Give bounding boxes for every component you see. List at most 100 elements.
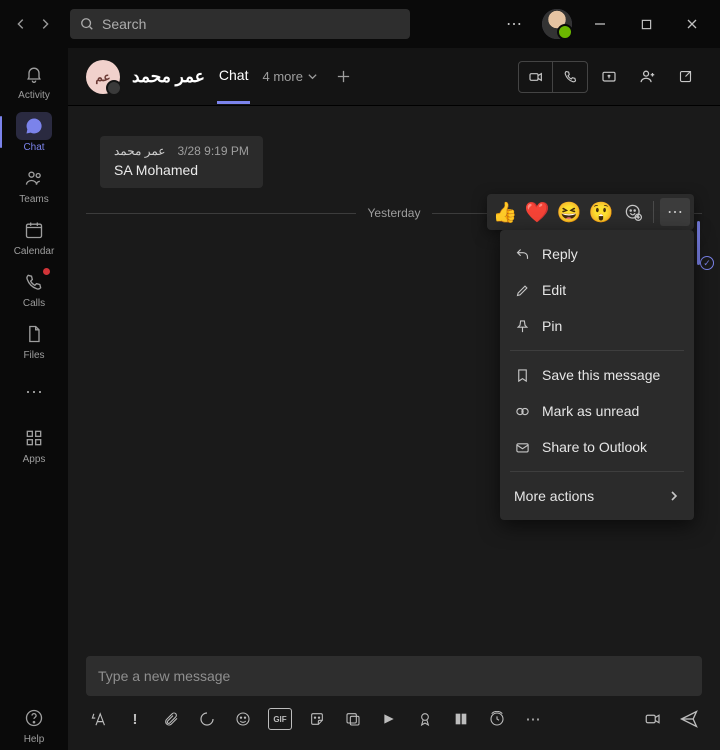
rail-label: Help	[24, 734, 45, 745]
schedule-icon[interactable]	[486, 708, 508, 730]
chat-main: عم عمر محمد Chat 4 more عمر محمد 3/28 9:…	[68, 48, 720, 750]
bell-icon	[24, 64, 44, 84]
compose-input[interactable]: Type a new message	[86, 656, 702, 696]
rail-calls[interactable]: Calls	[0, 262, 68, 314]
help-icon	[24, 708, 44, 728]
rail-calendar[interactable]: Calendar	[0, 210, 68, 262]
title-bar: Search ⋯	[0, 0, 720, 48]
settings-more-icon[interactable]: ⋯	[496, 6, 532, 42]
mail-icon	[514, 439, 530, 455]
pin-icon	[514, 318, 530, 334]
reaction-add[interactable]	[619, 198, 647, 226]
sent-message-indicator	[697, 221, 700, 265]
message-bubble[interactable]: عمر محمد 3/28 9:19 PM SA Mohamed	[100, 136, 263, 188]
rail-help[interactable]: Help	[0, 698, 68, 750]
rail-label: Calls	[23, 298, 45, 309]
gif-icon[interactable]: GIF	[268, 708, 292, 730]
search-input[interactable]: Search	[70, 9, 410, 39]
meet-now-icon[interactable]	[642, 708, 664, 730]
reply-icon	[514, 246, 530, 262]
loop-icon[interactable]	[196, 708, 218, 730]
rail-label: Files	[23, 350, 44, 361]
audio-call-button[interactable]	[553, 62, 587, 92]
tab-chat[interactable]: Chat	[217, 49, 251, 104]
format-icon[interactable]	[88, 708, 110, 730]
edit-icon	[514, 282, 530, 298]
rail-label: Chat	[23, 142, 44, 153]
rail-more[interactable]: ⋯	[0, 366, 68, 418]
menu-more-actions[interactable]: More actions	[500, 478, 694, 514]
chevron-down-icon	[307, 71, 318, 82]
rail-label: Apps	[23, 454, 46, 465]
add-tab-button[interactable]	[336, 69, 351, 84]
tab-more-label: 4 more	[262, 69, 302, 84]
stream-icon[interactable]	[378, 708, 400, 730]
message-text: SA Mohamed	[114, 162, 249, 178]
menu-unread[interactable]: Mark as unread	[500, 393, 694, 429]
rail-label: Activity	[18, 90, 50, 101]
tab-more[interactable]: 4 more	[262, 69, 317, 84]
compose-toolbar: ! GIF ⋯	[86, 696, 702, 742]
popout-button[interactable]	[668, 62, 702, 92]
chat-title: عمر محمد	[132, 67, 205, 87]
phone-icon	[24, 272, 44, 292]
reaction-laugh[interactable]: 😆	[555, 198, 583, 226]
video-call-button[interactable]	[519, 62, 553, 92]
menu-reply[interactable]: Reply	[500, 236, 694, 272]
send-button[interactable]	[678, 708, 700, 730]
rail-chat[interactable]: Chat	[0, 106, 68, 158]
add-people-button[interactable]	[630, 62, 664, 92]
read-receipt-icon: ✓	[700, 256, 714, 270]
rail-label: Calendar	[14, 246, 55, 257]
rail-teams[interactable]: Teams	[0, 158, 68, 210]
rail-label: Teams	[19, 194, 48, 205]
unread-icon	[514, 403, 530, 419]
nav-forward[interactable]	[34, 13, 56, 35]
nav-back[interactable]	[10, 13, 32, 35]
teams-icon	[24, 168, 44, 188]
window-close[interactable]	[674, 6, 710, 42]
rail-apps[interactable]: Apps	[0, 418, 68, 470]
rail-activity[interactable]: Activity	[0, 54, 68, 106]
message-timestamp: 3/28 9:19 PM	[177, 144, 248, 158]
missed-call-badge	[43, 268, 50, 275]
compose-placeholder: Type a new message	[98, 668, 230, 684]
bookmark-icon	[514, 367, 530, 383]
menu-save[interactable]: Save this message	[500, 357, 694, 393]
actions-icon[interactable]	[342, 708, 364, 730]
screen-share-button[interactable]	[592, 62, 626, 92]
menu-pin[interactable]: Pin	[500, 308, 694, 344]
app-rail: Activity Chat Teams Calendar Calls Files…	[0, 48, 68, 750]
sticker-icon[interactable]	[306, 708, 328, 730]
reaction-like[interactable]: 👍	[491, 198, 519, 226]
search-placeholder: Search	[102, 16, 146, 32]
chat-icon	[24, 116, 44, 136]
rail-files[interactable]: Files	[0, 314, 68, 366]
current-user-avatar[interactable]	[542, 9, 572, 39]
compose-area: Type a new message ! GIF ⋯	[68, 656, 720, 750]
viva-icon[interactable]	[450, 708, 472, 730]
apps-icon	[24, 428, 44, 448]
message-more-actions[interactable]: ⋯	[660, 198, 690, 226]
chevron-right-icon	[668, 490, 680, 502]
emoji-icon[interactable]	[232, 708, 254, 730]
menu-edit[interactable]: Edit	[500, 272, 694, 308]
compose-more-icon[interactable]: ⋯	[522, 708, 544, 730]
calendar-icon	[24, 220, 44, 240]
file-icon	[24, 324, 44, 344]
attach-icon[interactable]	[160, 708, 182, 730]
chat-avatar[interactable]: عم	[86, 60, 120, 94]
approvals-icon[interactable]	[414, 708, 436, 730]
ellipsis-icon: ⋯	[16, 378, 52, 406]
priority-icon[interactable]: !	[124, 708, 146, 730]
chat-body: عمر محمد 3/28 9:19 PM SA Mohamed Yesterd…	[68, 106, 720, 656]
window-minimize[interactable]	[582, 6, 618, 42]
chat-header: عم عمر محمد Chat 4 more	[68, 48, 720, 106]
reaction-bar: 👍 ❤️ 😆 😲 ⋯	[487, 194, 694, 230]
search-icon	[80, 17, 94, 31]
window-maximize[interactable]	[628, 6, 664, 42]
message-author: عمر محمد	[114, 144, 165, 158]
reaction-surprised[interactable]: 😲	[587, 198, 615, 226]
reaction-heart[interactable]: ❤️	[523, 198, 551, 226]
menu-share-outlook[interactable]: Share to Outlook	[500, 429, 694, 465]
